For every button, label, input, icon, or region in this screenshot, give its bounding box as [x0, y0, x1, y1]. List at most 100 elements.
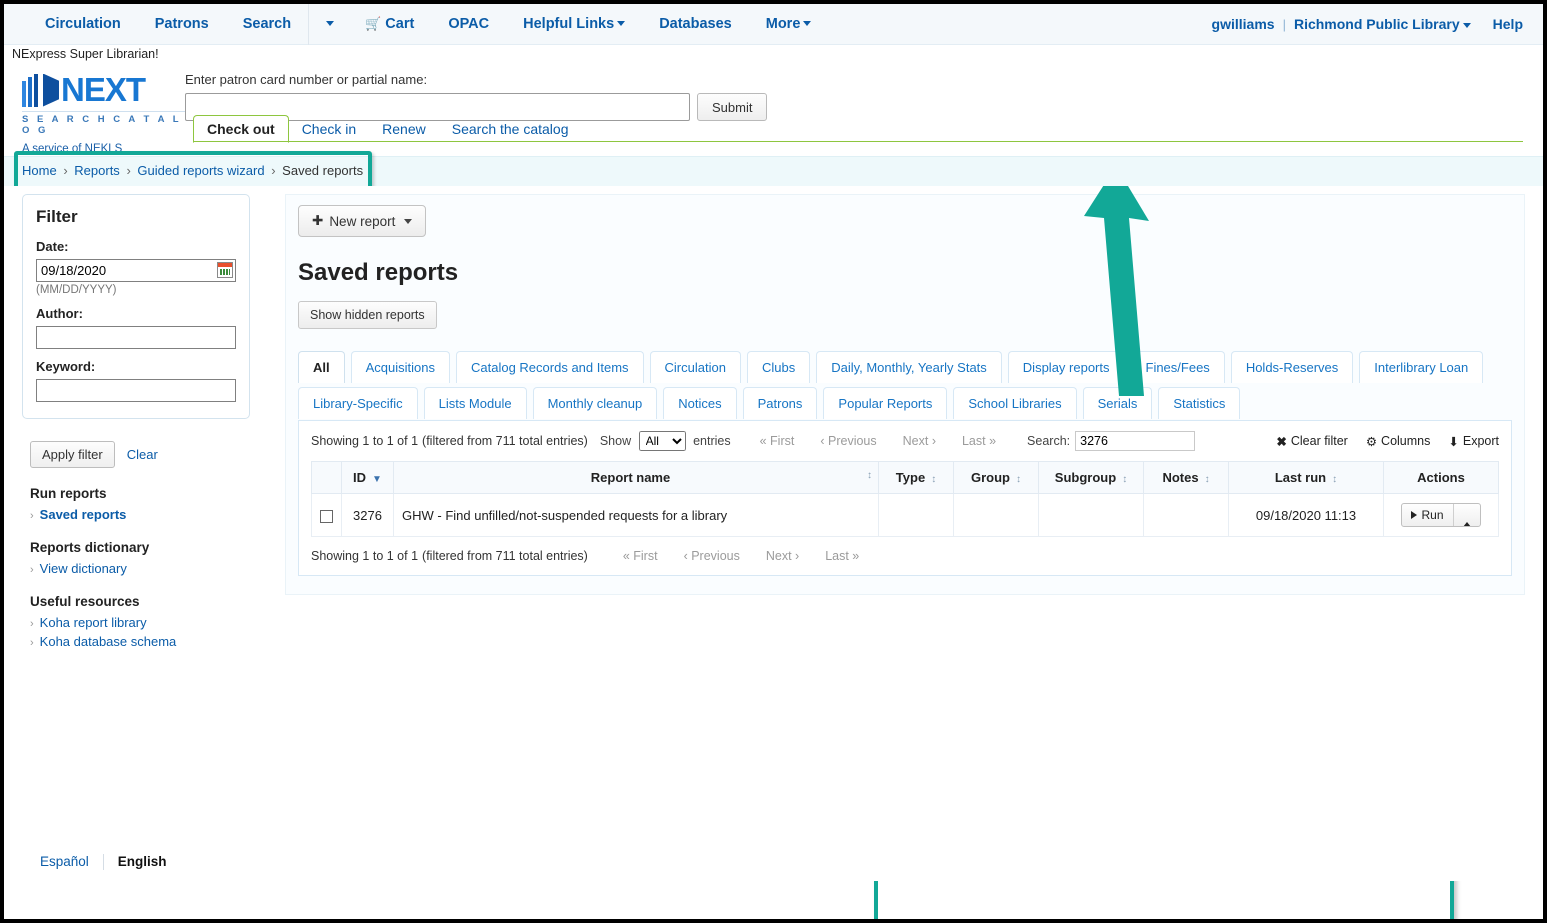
filter-keyword-input[interactable]	[36, 379, 236, 402]
nav-patrons[interactable]: Patrons	[138, 4, 226, 45]
sidebar-heading-reports-dictionary: Reports dictionary	[30, 540, 150, 555]
clear-filter-link[interactable]: Clear	[127, 447, 158, 462]
export-button[interactable]: ⬇ Export	[1448, 434, 1499, 449]
apply-filter-button[interactable]: Apply filter	[30, 441, 115, 468]
sidebar-item-view-dictionary[interactable]: › View dictionary	[30, 561, 250, 576]
tab-library-specific[interactable]: Library-Specific	[298, 387, 418, 419]
tab-daily-monthly-yearly-stats[interactable]: Daily, Monthly, Yearly Stats	[816, 351, 1002, 383]
report-group-tabs-row2: Library-Specific Lists Module Monthly cl…	[298, 387, 1512, 421]
row-id: 3276	[341, 493, 394, 537]
row-checkbox[interactable]	[320, 509, 333, 523]
filter-author-input[interactable]	[36, 326, 236, 349]
tab-clubs[interactable]: Clubs	[746, 351, 811, 383]
tab-all[interactable]: All	[298, 351, 345, 383]
nav-more[interactable]: More	[749, 4, 829, 45]
tab-popular-reports[interactable]: Popular Reports	[823, 387, 948, 419]
tab-monthly-cleanup[interactable]: Monthly cleanup	[532, 387, 658, 419]
row-actions: Run	[1383, 493, 1499, 537]
subtab-search-catalog[interactable]: Search the catalog	[439, 116, 582, 142]
nav-search[interactable]: Search	[226, 4, 308, 45]
breadcrumb-separator: ›	[126, 163, 131, 178]
site-logo[interactable]: NEXT S E A R C H C A T A L O G A service…	[22, 70, 187, 155]
tab-lists-module[interactable]: Lists Module	[423, 387, 527, 419]
nav-databases[interactable]: Databases	[642, 4, 749, 45]
breadcrumb-home[interactable]: Home	[22, 163, 57, 178]
pager-next[interactable]: Next ›	[890, 434, 949, 448]
sidebar-item-koha-report-library-label: Koha report library	[39, 615, 147, 630]
tab-holds-reserves[interactable]: Holds-Reserves	[1230, 351, 1354, 383]
show-hidden-reports-button[interactable]: Show hidden reports	[298, 301, 437, 329]
sidebar-item-koha-report-library[interactable]: › Koha report library	[30, 615, 250, 630]
logo-wedge-icon	[43, 73, 59, 107]
sidebar-item-koha-database-schema[interactable]: › Koha database schema	[30, 634, 250, 649]
run-report-dropdown-toggle[interactable]	[1452, 504, 1480, 526]
tab-statistics[interactable]: Statistics	[1158, 387, 1241, 419]
close-icon: ✖	[1276, 434, 1287, 449]
col-report-name[interactable]: Report name ↕	[393, 461, 879, 494]
patron-search-submit-button[interactable]: Submit	[697, 93, 768, 121]
filter-date-input[interactable]	[36, 259, 236, 282]
tab-interlibrary-loan[interactable]: Interlibrary Loan	[1359, 351, 1484, 383]
calendar-icon[interactable]	[217, 262, 233, 278]
sidebar-item-view-dictionary-label: View dictionary	[39, 561, 127, 576]
nav-cart-label: Cart	[385, 16, 415, 32]
pager-previous[interactable]: ‹ Previous	[807, 434, 889, 448]
col-group[interactable]: Group ↕	[953, 461, 1039, 494]
tab-circulation[interactable]: Circulation	[649, 351, 741, 383]
nav-circulation[interactable]: Circulation	[28, 4, 138, 45]
saved-reports-panel: ✚ New report Saved reports Show hidden r…	[285, 194, 1525, 595]
table-body: 3276 GHW - Find unfilled/not-suspended r…	[311, 493, 1499, 537]
chevron-down-icon	[617, 21, 626, 27]
col-id[interactable]: ID ▼	[341, 461, 394, 494]
breadcrumb-bar: Home › Reports › Guided reports wizard ›…	[4, 151, 1543, 193]
patron-search-label: Enter patron card number or partial name…	[185, 72, 428, 87]
pager-first-bottom[interactable]: « First	[610, 549, 671, 563]
run-report-button[interactable]: Run	[1402, 504, 1452, 526]
tab-display-reports[interactable]: Display reports	[1007, 351, 1125, 383]
col-subgroup[interactable]: Subgroup ↕	[1038, 461, 1144, 494]
sidebar-item-saved-reports[interactable]: › Saved reports	[30, 507, 250, 522]
tab-acquisitions[interactable]: Acquisitions	[350, 351, 450, 383]
chevron-right-icon: ›	[30, 564, 34, 576]
columns-button[interactable]: ⚙ Columns	[1366, 434, 1431, 449]
language-spanish[interactable]: Español	[40, 854, 103, 869]
nav-helpful-links[interactable]: Helpful Links	[506, 4, 642, 45]
subtab-check-out[interactable]: Check out	[193, 115, 289, 143]
tab-school-libraries[interactable]: School Libraries	[953, 387, 1077, 419]
subtab-check-in[interactable]: Check in	[289, 116, 369, 142]
col-notes[interactable]: Notes ↕	[1143, 461, 1229, 494]
clear-filter-button[interactable]: ✖ Clear filter	[1276, 434, 1347, 449]
pager-next-bottom[interactable]: Next ›	[753, 549, 812, 563]
library-selector[interactable]: Richmond Public Library	[1294, 4, 1471, 45]
pager-last[interactable]: Last »	[949, 434, 1009, 448]
nav-opac[interactable]: OPAC	[431, 4, 506, 45]
new-report-button[interactable]: ✚ New report	[298, 205, 427, 237]
col-type[interactable]: Type ↕	[878, 461, 954, 494]
breadcrumb-guided-reports-wizard[interactable]: Guided reports wizard	[137, 163, 264, 178]
tab-fines-fees[interactable]: Fines/Fees	[1130, 351, 1225, 383]
datatable-search-input[interactable]	[1075, 431, 1196, 451]
navbar-right-group: gwilliams | Richmond Public Library Help	[1212, 4, 1523, 45]
tab-serials[interactable]: Serials	[1082, 387, 1153, 419]
row-checkbox-cell[interactable]	[311, 493, 342, 537]
pager-first[interactable]: « First	[747, 434, 808, 448]
col-select-all[interactable]	[311, 461, 342, 494]
pager-last-bottom[interactable]: Last »	[812, 549, 872, 563]
breadcrumb-reports[interactable]: Reports	[74, 163, 120, 178]
tab-patrons[interactable]: Patrons	[742, 387, 818, 419]
datatable-toolbar: ✖ Clear filter ⚙ Columns ⬇ Export	[1276, 434, 1499, 449]
col-last-run[interactable]: Last run ↕	[1228, 461, 1384, 494]
current-user-link[interactable]: gwilliams	[1212, 4, 1275, 45]
nav-cart[interactable]: 🛒 Cart	[348, 4, 431, 45]
help-link[interactable]: Help	[1493, 4, 1523, 45]
tab-notices[interactable]: Notices	[663, 387, 737, 419]
entries-length-select[interactable]: All 10 20 50 100	[638, 431, 686, 451]
chevron-right-icon: ›	[30, 618, 34, 630]
subtab-renew[interactable]: Renew	[369, 116, 439, 142]
pager-previous-bottom[interactable]: ‹ Previous	[671, 549, 753, 563]
nav-more-dropdown-icon[interactable]	[308, 4, 348, 45]
navbar-left-group: Circulation Patrons Search 🛒 Cart OPAC He…	[28, 4, 828, 45]
table-row[interactable]: 3276 GHW - Find unfilled/not-suspended r…	[311, 493, 1499, 537]
sidebar-heading-useful-resources: Useful resources	[30, 594, 140, 609]
tab-catalog-records-and-items[interactable]: Catalog Records and Items	[456, 351, 644, 383]
